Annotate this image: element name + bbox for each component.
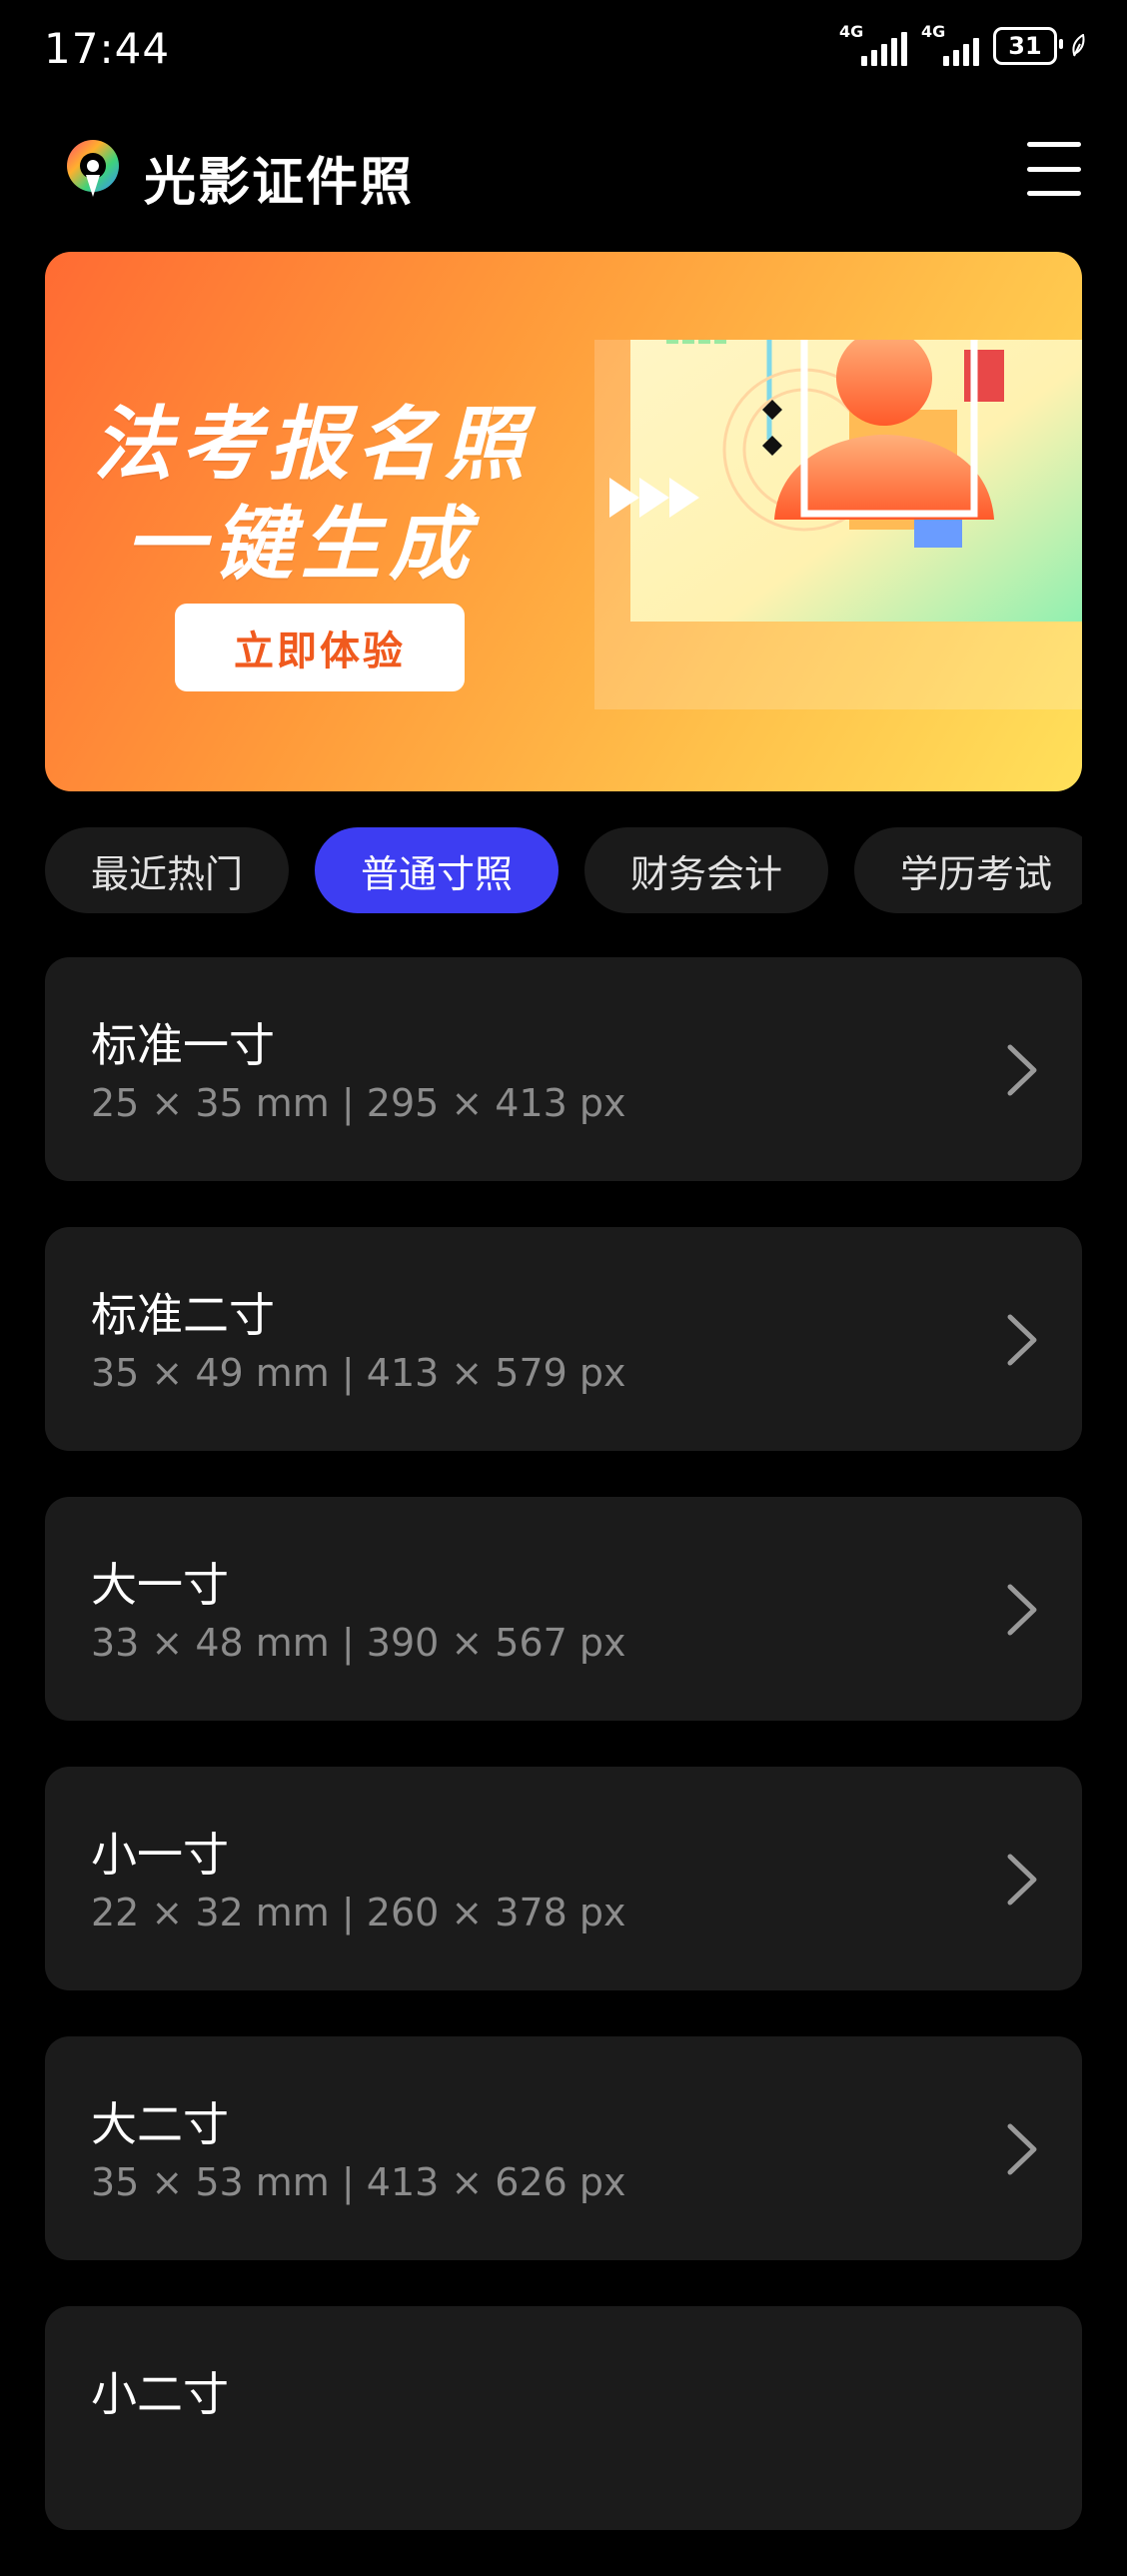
- app-logo-icon: [67, 140, 119, 197]
- list-item[interactable]: 标准一寸 25 × 35 mm | 295 × 413 px: [45, 957, 1082, 1181]
- status-time: 17:44: [44, 24, 171, 73]
- tab-finance-accounting[interactable]: 财务会计: [584, 827, 829, 913]
- photo-size-list: 标准一寸 25 × 35 mm | 295 × 413 px 标准二寸 35 ×…: [45, 957, 1082, 2576]
- network-type-1: 4G: [839, 22, 864, 41]
- list-item[interactable]: 标准二寸 35 × 49 mm | 413 × 579 px: [45, 1227, 1082, 1451]
- battery-icon: 31: [993, 27, 1063, 65]
- tab-standard-size[interactable]: 普通寸照: [315, 827, 560, 913]
- list-item[interactable]: 小一寸 22 × 32 mm | 260 × 378 px: [45, 1767, 1082, 1990]
- status-icons: 4G 4G 31: [839, 22, 1087, 66]
- list-item-spec: 25 × 35 mm | 295 × 413 px: [91, 1081, 626, 1125]
- list-item-title: 大二寸: [91, 2097, 229, 2151]
- signal-icon-2: 4G: [921, 22, 979, 66]
- hamburger-menu-icon: [1027, 142, 1081, 147]
- list-item-title: 小二寸: [91, 2367, 229, 2421]
- banner-subheadline: 一键生成: [125, 498, 477, 591]
- list-item-spec: 22 × 32 mm | 260 × 378 px: [91, 1891, 626, 1934]
- app-header: 光影证件照: [0, 120, 1127, 220]
- battery-level: 31: [1008, 32, 1042, 60]
- tab-education-exam[interactable]: 学历考试: [854, 827, 1082, 913]
- list-item-spec: 35 × 53 mm | 413 × 626 px: [91, 2160, 626, 2204]
- signal-icon-1: 4G: [839, 22, 907, 66]
- leaf-icon: [1072, 34, 1085, 57]
- list-item-title: 小一寸: [91, 1828, 229, 1882]
- list-item[interactable]: 小二寸: [45, 2306, 1082, 2530]
- status-bar: 17:44 4G 4G 31: [0, 0, 1127, 100]
- menu-button[interactable]: [1027, 142, 1081, 196]
- banner-headline: 法考报名照: [93, 398, 533, 491]
- tab-recent-hot[interactable]: 最近热门: [45, 827, 290, 913]
- list-item-spec: 33 × 48 mm | 390 × 567 px: [91, 1621, 626, 1665]
- list-item-title: 标准一寸: [91, 1018, 275, 1072]
- list-item-title: 标准二寸: [91, 1288, 275, 1342]
- banner-portrait-illustration: [594, 340, 1082, 709]
- network-type-2: 4G: [921, 22, 946, 41]
- list-item[interactable]: 大二寸 35 × 53 mm | 413 × 626 px: [45, 2036, 1082, 2260]
- list-item-spec: 35 × 49 mm | 413 × 579 px: [91, 1351, 626, 1395]
- app-title: 光影证件照: [144, 153, 415, 213]
- category-tabs: 最近热门 普通寸照 财务会计 学历考试: [45, 827, 1082, 913]
- chevron-right-icon: [1007, 1854, 1037, 1906]
- promo-banner[interactable]: 法考报名照 一键生成 立即体验: [45, 252, 1082, 791]
- chevron-right-icon: [1007, 1584, 1037, 1636]
- chevron-right-icon: [1007, 1044, 1037, 1096]
- chevron-right-icon: [1007, 2123, 1037, 2175]
- chevron-right-icon: [1007, 1314, 1037, 1366]
- list-item[interactable]: 大一寸 33 × 48 mm | 390 × 567 px: [45, 1497, 1082, 1721]
- banner-try-now-button[interactable]: 立即体验: [175, 604, 465, 691]
- list-item-title: 大一寸: [91, 1558, 229, 1612]
